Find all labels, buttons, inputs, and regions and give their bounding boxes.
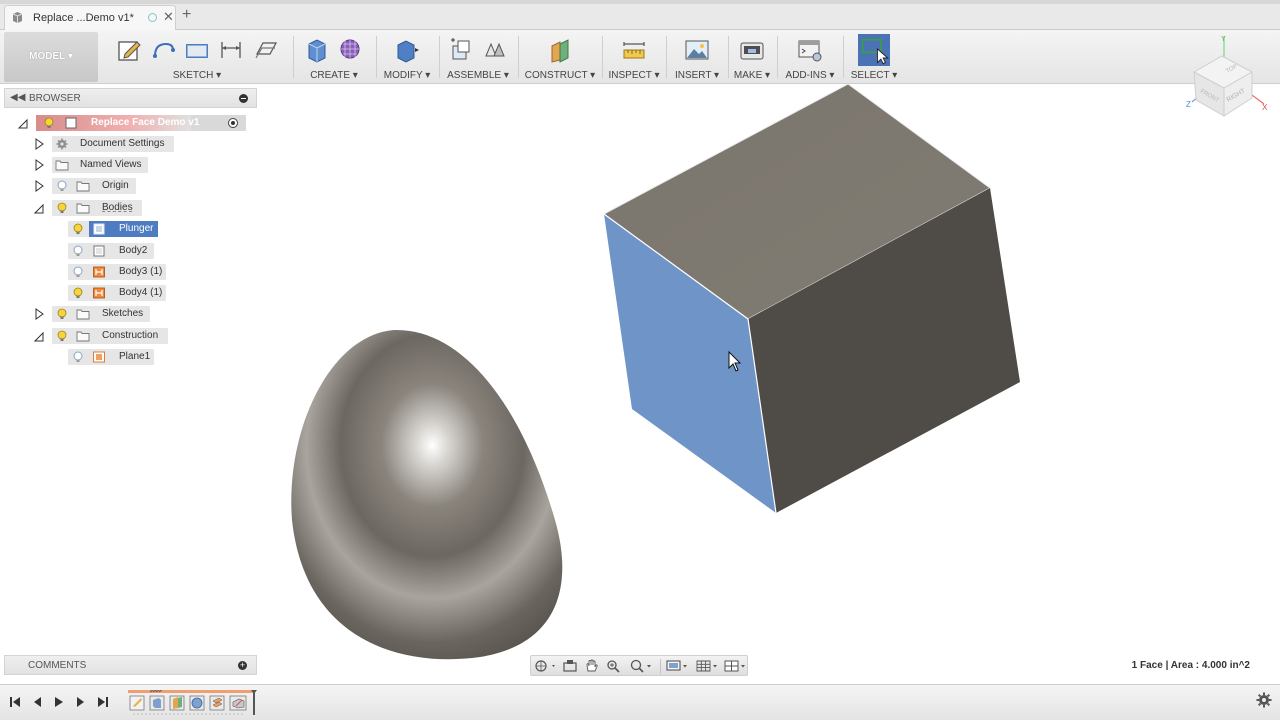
viewport-canvas[interactable]: [0, 0, 1280, 720]
look-at-icon[interactable]: [561, 659, 579, 673]
navbar-separator: [660, 659, 661, 674]
step-forward-icon[interactable]: [74, 695, 88, 709]
comments-title: COMMENTS: [28, 660, 87, 671]
x-axis-label: X: [1262, 103, 1268, 112]
pan-hand-icon[interactable]: [583, 659, 601, 673]
viewports-icon[interactable]: [723, 659, 749, 673]
navigation-bar: [530, 655, 748, 676]
add-comment-icon[interactable]: +: [238, 661, 247, 670]
viewcube[interactable]: Y X Z TOP FRONT RIGHT: [1180, 32, 1272, 122]
fit-zoom-icon[interactable]: [627, 659, 655, 673]
orbit-icon[interactable]: [533, 659, 559, 673]
grid-settings-icon[interactable]: [695, 659, 721, 673]
y-axis-label: Y: [1221, 36, 1226, 43]
timeline-settings-gear-icon[interactable]: [1256, 692, 1272, 708]
timeline-track[interactable]: [128, 690, 258, 716]
go-to-start-icon[interactable]: [8, 695, 22, 709]
go-to-end-icon[interactable]: [96, 695, 110, 709]
step-back-icon[interactable]: [30, 695, 44, 709]
comments-panel[interactable]: COMMENTS +: [4, 655, 257, 675]
zoom-icon[interactable]: [605, 659, 623, 673]
play-icon[interactable]: [52, 695, 66, 709]
selection-status-text: 1 Face | Area : 4.000 in^2: [1131, 660, 1250, 671]
timeline-marker[interactable]: [253, 693, 255, 715]
display-settings-icon[interactable]: [665, 659, 691, 673]
timeline: [0, 684, 1280, 720]
timeline-progress: [128, 690, 254, 693]
z-axis-label: Z: [1186, 100, 1191, 109]
hemisphere-body[interactable]: [291, 329, 563, 660]
